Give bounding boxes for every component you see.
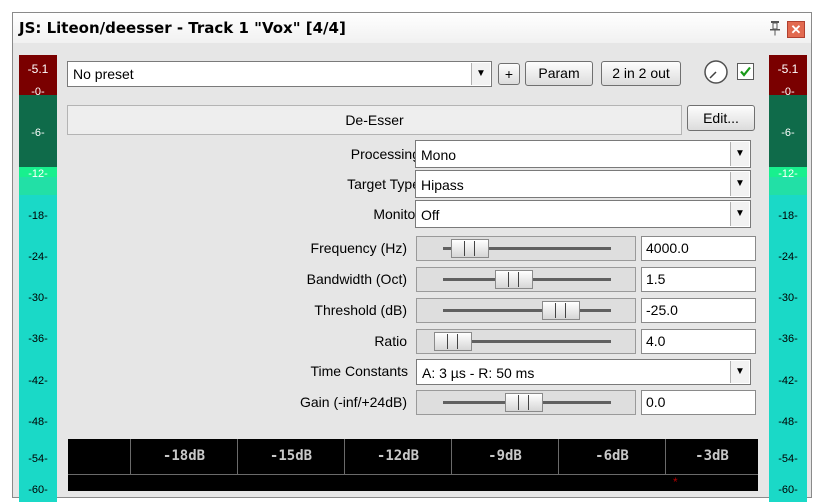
slider-track: [443, 309, 611, 312]
target-type-label: Target Type: [347, 176, 420, 192]
preset-value: No preset: [73, 66, 134, 82]
time-constants-value: A: 3 µs - R: 50 ms: [422, 365, 535, 381]
param-button[interactable]: Param: [525, 61, 593, 86]
plugin-window: JS: Liteon/deesser - Track 1 "Vox" [4/4]…: [12, 12, 812, 502]
meter-tick: -6-: [781, 127, 795, 139]
processing-label: Processing: [350, 146, 420, 162]
meter-tick: -0-: [781, 86, 795, 98]
monitor-value: Off: [421, 207, 440, 223]
meter-tick: -54-: [778, 453, 798, 465]
meter-tick: -18-: [28, 210, 48, 222]
processing-value: Mono: [421, 147, 457, 163]
chevron-down-icon[interactable]: ▼: [730, 202, 749, 226]
left-level-meter: -5.1 -0- -6- -12- -18- -24- -30- -36- -4…: [19, 55, 57, 502]
right-level-meter: -5.1 -0- -6- -12- -18- -24- -30- -36- -4…: [769, 55, 807, 502]
bandwidth-value-field[interactable]: 1.5: [641, 267, 756, 292]
threshold-label: Threshold (dB): [314, 302, 407, 318]
scope-label: -6dB: [558, 439, 665, 474]
slider-thumb[interactable]: [505, 393, 544, 412]
gain-reduction-marker: *: [673, 475, 678, 489]
gain-slider[interactable]: [416, 390, 636, 415]
scope-baseline: [68, 474, 758, 475]
frequency-value-field[interactable]: 4000.0: [641, 236, 756, 261]
meter-tick: -48-: [28, 416, 48, 428]
meter-tick: -24-: [28, 251, 48, 263]
meter-tick: -12-: [778, 168, 798, 180]
threshold-slider[interactable]: [416, 298, 636, 323]
meter-tick: -6-: [31, 127, 45, 139]
monitor-label: Monitor: [373, 206, 420, 222]
meter-tick: -42-: [778, 375, 798, 387]
bandwidth-slider[interactable]: [416, 267, 636, 292]
meter-tick: -12-: [28, 168, 48, 180]
scope-label: -3dB: [665, 439, 758, 474]
slider-thumb[interactable]: [433, 332, 472, 351]
meter-tick: -48-: [778, 416, 798, 428]
scope-label: -12dB: [344, 439, 451, 474]
meter-tick: -30-: [778, 292, 798, 304]
meter-tick: -60-: [28, 484, 48, 496]
monitor-dropdown[interactable]: Off ▼: [415, 200, 751, 228]
wet-knob-icon[interactable]: [703, 59, 729, 85]
meter-tick: -60-: [778, 484, 798, 496]
frequency-label: Frequency (Hz): [310, 240, 407, 256]
chevron-down-icon[interactable]: ▼: [730, 172, 749, 196]
add-preset-button[interactable]: +: [498, 63, 520, 85]
threshold-value-field[interactable]: -25.0: [641, 298, 756, 323]
slider-thumb[interactable]: [541, 301, 580, 320]
scope-label: -9dB: [451, 439, 558, 474]
close-icon: ✕: [790, 22, 802, 37]
chevron-down-icon[interactable]: ▼: [730, 361, 749, 383]
meter-tick: -18-: [778, 210, 798, 222]
preset-dropdown[interactable]: No preset ▼: [67, 61, 492, 87]
ratio-slider[interactable]: [416, 329, 636, 354]
frequency-slider[interactable]: [416, 236, 636, 261]
meter-tick: -30-: [28, 292, 48, 304]
ratio-label: Ratio: [374, 333, 407, 349]
scope-label: -18dB: [130, 439, 237, 474]
bypass-checkbox[interactable]: [737, 63, 754, 80]
meter-tick: -24-: [778, 251, 798, 263]
chevron-down-icon[interactable]: ▼: [471, 63, 490, 85]
edit-button[interactable]: Edit...: [687, 105, 755, 131]
window-title: JS: Liteon/deesser - Track 1 "Vox" [4/4]: [19, 19, 346, 37]
meter-tick: -42-: [28, 375, 48, 387]
checkmark-icon: [740, 66, 751, 77]
gain-value-field[interactable]: 0.0: [641, 390, 756, 415]
title-bar[interactable]: JS: Liteon/deesser - Track 1 "Vox" [4/4]…: [13, 13, 811, 43]
slider-thumb[interactable]: [494, 270, 533, 289]
bandwidth-label: Bandwidth (Oct): [306, 271, 407, 287]
gain-label: Gain (-inf/+24dB): [300, 394, 407, 410]
meter-tick: -54-: [28, 453, 48, 465]
chevron-down-icon[interactable]: ▼: [730, 142, 749, 166]
target-type-value: Hipass: [421, 177, 464, 193]
pin-icon[interactable]: [767, 20, 783, 36]
time-constants-dropdown[interactable]: A: 3 µs - R: 50 ms ▼: [416, 359, 751, 385]
meter-tick: -36-: [778, 333, 798, 345]
meter-tick: -36-: [28, 333, 48, 345]
time-constants-label: Time Constants: [310, 363, 408, 379]
meter-tick: -0-: [31, 86, 45, 98]
scope-label: -15dB: [237, 439, 344, 474]
slider-thumb[interactable]: [451, 239, 490, 258]
io-routing-button[interactable]: 2 in 2 out: [601, 61, 681, 86]
close-button[interactable]: ✕: [787, 21, 805, 38]
gain-reduction-display: -18dB -15dB -12dB -9dB -6dB -3dB *: [68, 439, 758, 491]
left-peak-readout[interactable]: -5.1: [19, 55, 57, 83]
processing-dropdown[interactable]: Mono ▼: [415, 140, 751, 168]
plugin-name-bar: De-Esser: [67, 105, 682, 135]
ratio-value-field[interactable]: 4.0: [641, 329, 756, 354]
target-type-dropdown[interactable]: Hipass ▼: [415, 170, 751, 198]
right-peak-readout[interactable]: -5.1: [769, 55, 807, 83]
